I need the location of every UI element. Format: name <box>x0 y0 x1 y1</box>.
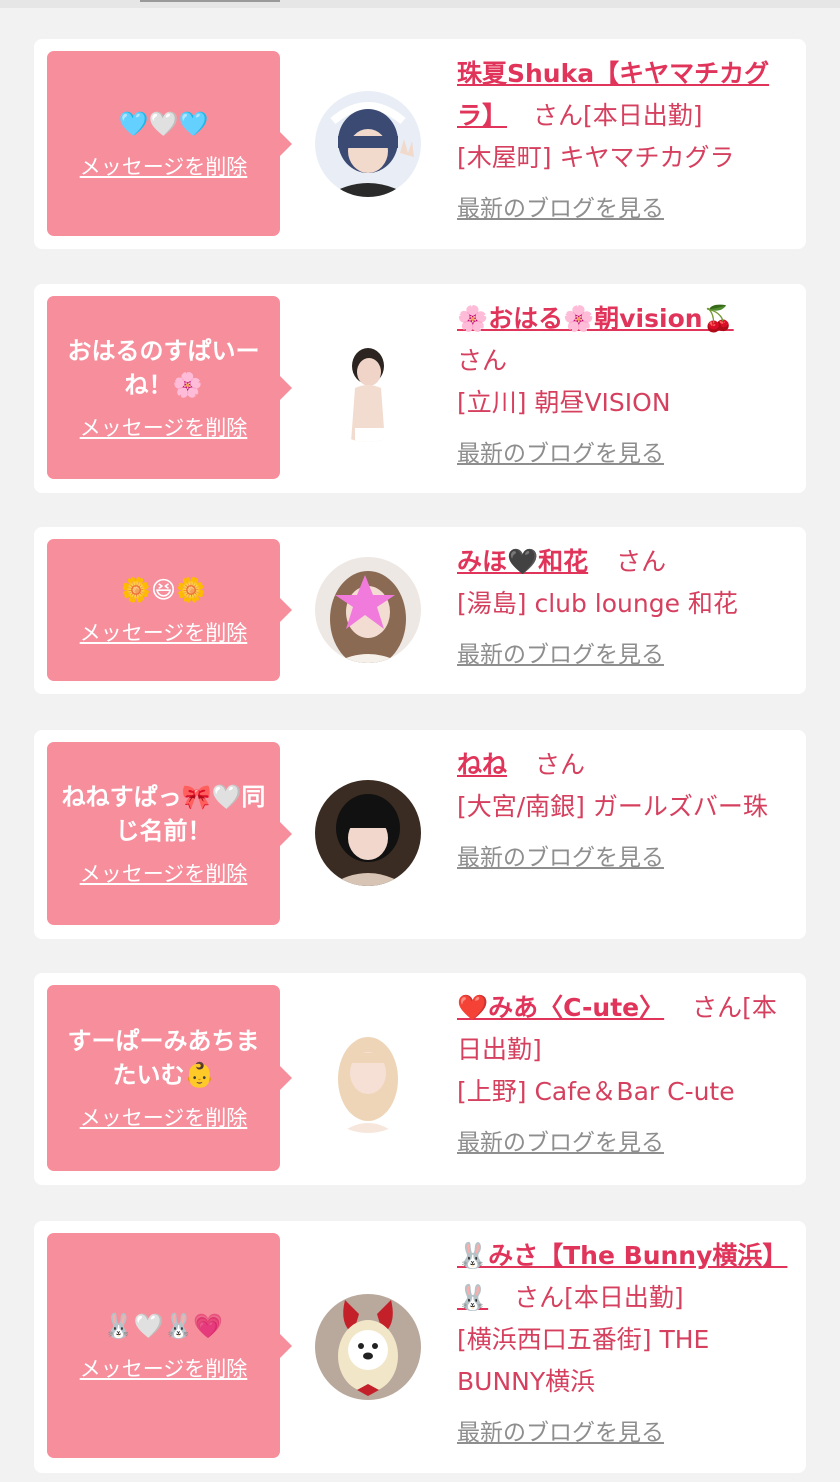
message-bubble: 🌼😆🌼 メッセージを削除 <box>47 539 292 681</box>
cast-name-link[interactable]: ねね <box>457 750 507 779</box>
message-bubble: おはるのすぱいーね！🌸 メッセージを削除 <box>47 296 292 479</box>
delete-message-link[interactable]: メッセージを削除 <box>80 151 248 181</box>
view-blog-link[interactable]: 最新のブログを見る <box>457 843 797 873</box>
delete-message-link[interactable]: メッセージを削除 <box>80 617 248 647</box>
cast-info: ❤️みあ〈C-ute〉 さん[本日出勤] [上野] Cafe＆Bar C-ute… <box>457 987 797 1158</box>
message-text: ねねすぱっ🎀🤍同じ名前！ <box>61 782 266 845</box>
avatar[interactable] <box>315 91 421 197</box>
view-blog-link[interactable]: 最新のブログを見る <box>457 439 797 469</box>
favorite-card: すーぱーみあちまたいむ👶 メッセージを削除 ❤️みあ〈C-ute〉 さん[本日出… <box>34 973 806 1185</box>
avatar-photo <box>315 780 421 886</box>
top-bar <box>0 0 840 8</box>
san-suffix: さん <box>534 750 585 779</box>
san-suffix: さん <box>616 547 667 576</box>
san-suffix: さん <box>457 346 508 375</box>
delete-message-link[interactable]: メッセージを削除 <box>80 1102 248 1132</box>
view-blog-link[interactable]: 最新のブログを見る <box>457 1128 797 1158</box>
avatar-photo <box>315 1294 421 1400</box>
message-bubble: ねねすぱっ🎀🤍同じ名前！ メッセージを削除 <box>47 742 292 925</box>
avatar[interactable] <box>315 1294 421 1400</box>
avatar[interactable] <box>315 780 421 886</box>
attendance-status: [本日出勤] <box>564 1283 684 1312</box>
shop-name: [木屋町] キヤマチカグラ <box>457 143 735 172</box>
message-text: 🩵🤍🩵 <box>118 109 209 138</box>
delete-message-link[interactable]: メッセージを削除 <box>80 1353 248 1383</box>
cast-info: みほ🖤和花 さん [湯島] club lounge 和花 最新のブログを見る <box>457 541 797 670</box>
avatar[interactable] <box>315 557 421 663</box>
favorite-card: おはるのすぱいーね！🌸 メッセージを削除 🌸おはる🌸朝vision🍒 さん [立… <box>34 284 806 493</box>
avatar-photo <box>315 336 421 442</box>
view-blog-link[interactable]: 最新のブログを見る <box>457 1418 797 1448</box>
message-text: すーぱーみあちまたいむ👶 <box>67 1027 260 1089</box>
favorite-card: 🌼😆🌼 メッセージを削除 みほ🖤和花 さん [湯島] club lounge 和… <box>34 527 806 694</box>
avatar[interactable] <box>315 336 421 442</box>
avatar[interactable] <box>315 1027 421 1133</box>
message-text: おはるのすぱいーね！🌸 <box>67 336 260 399</box>
san-suffix: さん <box>514 1283 565 1312</box>
shop-name: [湯島] club lounge 和花 <box>457 589 738 618</box>
san-suffix: さん <box>692 993 743 1022</box>
message-bubble: すーぱーみあちまたいむ👶 メッセージを削除 <box>47 985 292 1171</box>
cast-info: 珠夏Shuka【キヤマチカグラ】 さん[本日出勤] [木屋町] キヤマチカグラ … <box>457 53 797 224</box>
cast-info: 🐰みさ【The Bunny横浜】🐰 さん[本日出勤] [横浜西口五番街] THE… <box>457 1235 797 1448</box>
cast-name-link[interactable]: みほ🖤和花 <box>457 547 588 576</box>
scroll-indicator <box>140 0 280 2</box>
cast-name-link[interactable]: 🌸おはる🌸朝vision🍒 <box>457 304 734 333</box>
cast-info: 🌸おはる🌸朝vision🍒 さん [立川] 朝昼VISION 最新のブログを見る <box>457 298 797 469</box>
favorite-card: 🐰🤍🐰💗 メッセージを削除 🐰みさ【The Bunny横浜】🐰 さん[本日出勤] <box>34 1221 806 1473</box>
message-text: 🐰🤍🐰💗 <box>103 1311 224 1340</box>
message-text: 🌼😆🌼 <box>121 576 206 604</box>
attendance-status: [本日出勤] <box>582 101 703 130</box>
message-bubble: 🐰🤍🐰💗 メッセージを削除 <box>47 1233 292 1458</box>
san-suffix: さん <box>532 101 583 130</box>
view-blog-link[interactable]: 最新のブログを見る <box>457 640 797 670</box>
view-blog-link[interactable]: 最新のブログを見る <box>457 194 797 224</box>
delete-message-link[interactable]: メッセージを削除 <box>80 858 248 888</box>
avatar-photo <box>315 1027 421 1133</box>
cast-info: ねね さん [大宮/南銀] ガールズバー珠 最新のブログを見る <box>457 744 797 873</box>
shop-name: [上野] Cafe＆Bar C-ute <box>457 1077 735 1106</box>
delete-message-link[interactable]: メッセージを削除 <box>80 412 248 442</box>
favorite-card: ねねすぱっ🎀🤍同じ名前！ メッセージを削除 ねね さん [大宮/南銀] ガールズ… <box>34 730 806 939</box>
shop-name: [立川] 朝昼VISION <box>457 388 671 417</box>
cast-name-link[interactable]: ❤️みあ〈C-ute〉 <box>457 993 664 1022</box>
shop-name: [大宮/南銀] ガールズバー珠 <box>457 792 768 821</box>
shop-name: [横浜西口五番街] THE BUNNY横浜 <box>457 1325 710 1396</box>
favorite-card: 🩵🤍🩵 メッセージを削除 珠夏Shuka【キヤマチカグラ】 さん[本日出勤] [… <box>34 39 806 249</box>
message-bubble: 🩵🤍🩵 メッセージを削除 <box>47 51 292 236</box>
avatar-photo <box>315 557 421 663</box>
avatar-photo <box>315 91 421 197</box>
